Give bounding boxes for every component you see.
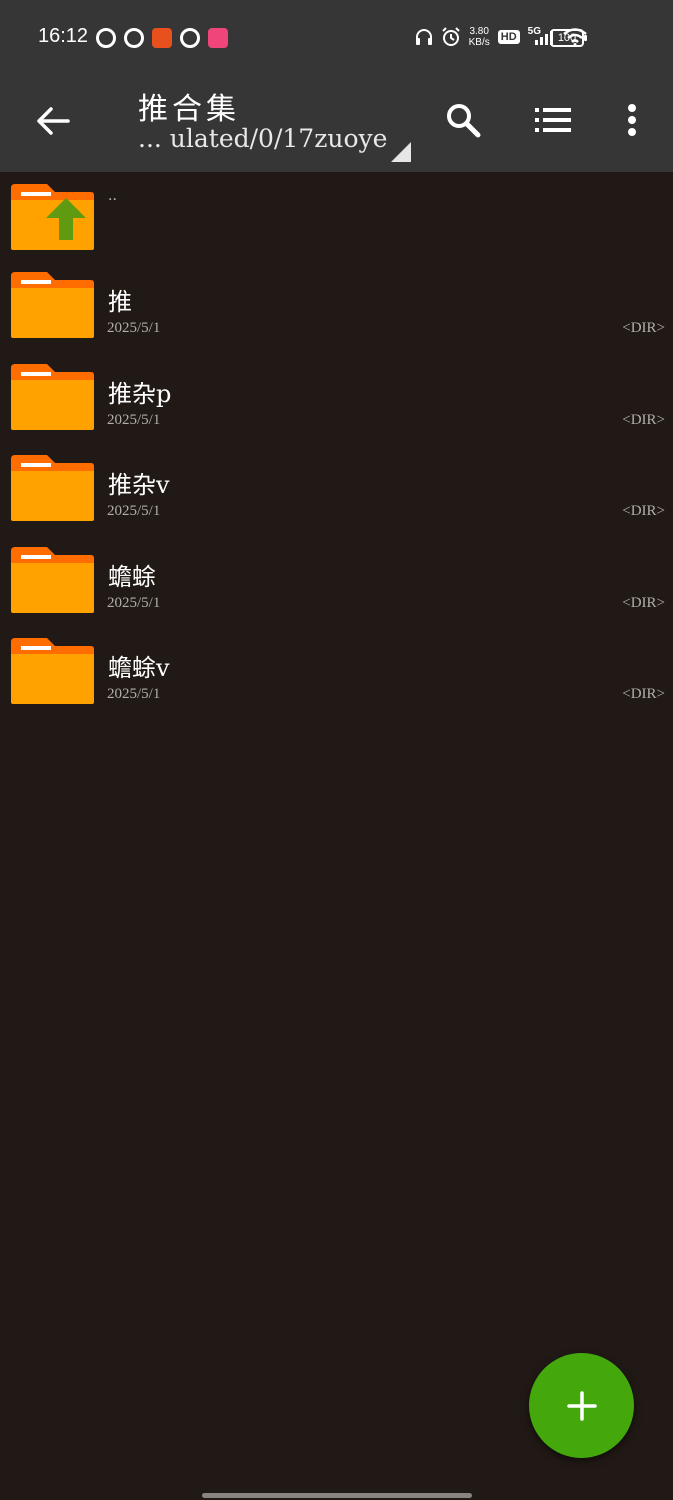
- status-time: 16:12: [38, 25, 89, 47]
- list-view-button[interactable]: [527, 94, 579, 146]
- file-name: 推杂v: [108, 471, 170, 499]
- folder-icon: [11, 546, 94, 613]
- file-list: .. 推 2025/5/1 <DIR> 推杂p 2025/5/1 <DIR> 推…: [0, 172, 673, 718]
- folder-row[interactable]: 蟾蜍 2025/5/1 <DIR>: [0, 534, 673, 626]
- music-app-icon-2: [180, 28, 200, 48]
- folder-icon: [11, 272, 94, 338]
- network-type: 5G: [527, 25, 541, 37]
- battery-indicator: 100: [550, 29, 587, 47]
- file-type: <DIR>: [622, 686, 665, 702]
- gesture-navigation-bar[interactable]: [202, 1493, 472, 1498]
- network-speed: 3.80 KB/s: [468, 26, 490, 48]
- search-icon: [447, 104, 481, 138]
- more-vert-icon: [628, 104, 636, 136]
- file-type: <DIR>: [622, 411, 665, 428]
- file-date: 2025/5/1: [107, 320, 161, 336]
- file-date: 2025/5/1: [107, 411, 161, 428]
- folder-title: 推合集: [138, 92, 240, 127]
- folder-row[interactable]: 推杂v 2025/5/1 <DIR>: [0, 443, 673, 535]
- list-view-icon: [535, 108, 571, 132]
- video-app-icon: [208, 28, 228, 48]
- shopping-app-icon: [152, 28, 172, 48]
- file-type: <DIR>: [622, 503, 665, 519]
- notification-icons: [96, 28, 228, 48]
- parent-directory-row[interactable]: ..: [0, 172, 673, 260]
- file-name: ..: [108, 188, 117, 204]
- file-date: 2025/5/1: [107, 686, 161, 702]
- headphones-icon: [415, 29, 432, 45]
- folder-up-icon: [11, 184, 94, 250]
- browser-app-icon: [124, 28, 144, 48]
- app-toolbar: 推合集 ... ulated/0/17zuoye: [0, 72, 673, 172]
- folder-icon: [11, 455, 94, 521]
- status-bar: 16:12 3.80 KB/s HD 5G 100: [0, 0, 673, 72]
- file-type: <DIR>: [622, 320, 665, 336]
- file-date: 2025/5/1: [107, 594, 161, 611]
- add-icon: [566, 1390, 597, 1421]
- file-name: 蟾蜍v: [108, 654, 170, 682]
- music-app-icon: [96, 28, 116, 48]
- more-options-button[interactable]: [606, 94, 658, 146]
- current-path[interactable]: ... ulated/0/17zuoye: [138, 124, 387, 153]
- folder-row[interactable]: 推杂p 2025/5/1 <DIR>: [0, 351, 673, 443]
- back-button[interactable]: [28, 96, 78, 146]
- path-dropdown-icon[interactable]: [391, 142, 411, 162]
- search-button[interactable]: [437, 94, 489, 146]
- folder-icon: [11, 363, 94, 430]
- file-type: <DIR>: [622, 594, 665, 611]
- alarm-icon: [441, 27, 460, 46]
- file-name: 推杂p: [108, 379, 172, 408]
- hd-badge: HD: [497, 30, 520, 44]
- file-name: 推: [108, 288, 132, 316]
- folder-row[interactable]: 推 2025/5/1 <DIR>: [0, 260, 673, 352]
- folder-row[interactable]: 蟾蜍v 2025/5/1 <DIR>: [0, 626, 673, 718]
- file-name: 蟾蜍: [108, 562, 156, 591]
- file-date: 2025/5/1: [107, 503, 161, 519]
- folder-icon: [11, 638, 94, 704]
- add-button[interactable]: [529, 1353, 634, 1458]
- back-arrow-icon: [37, 107, 70, 135]
